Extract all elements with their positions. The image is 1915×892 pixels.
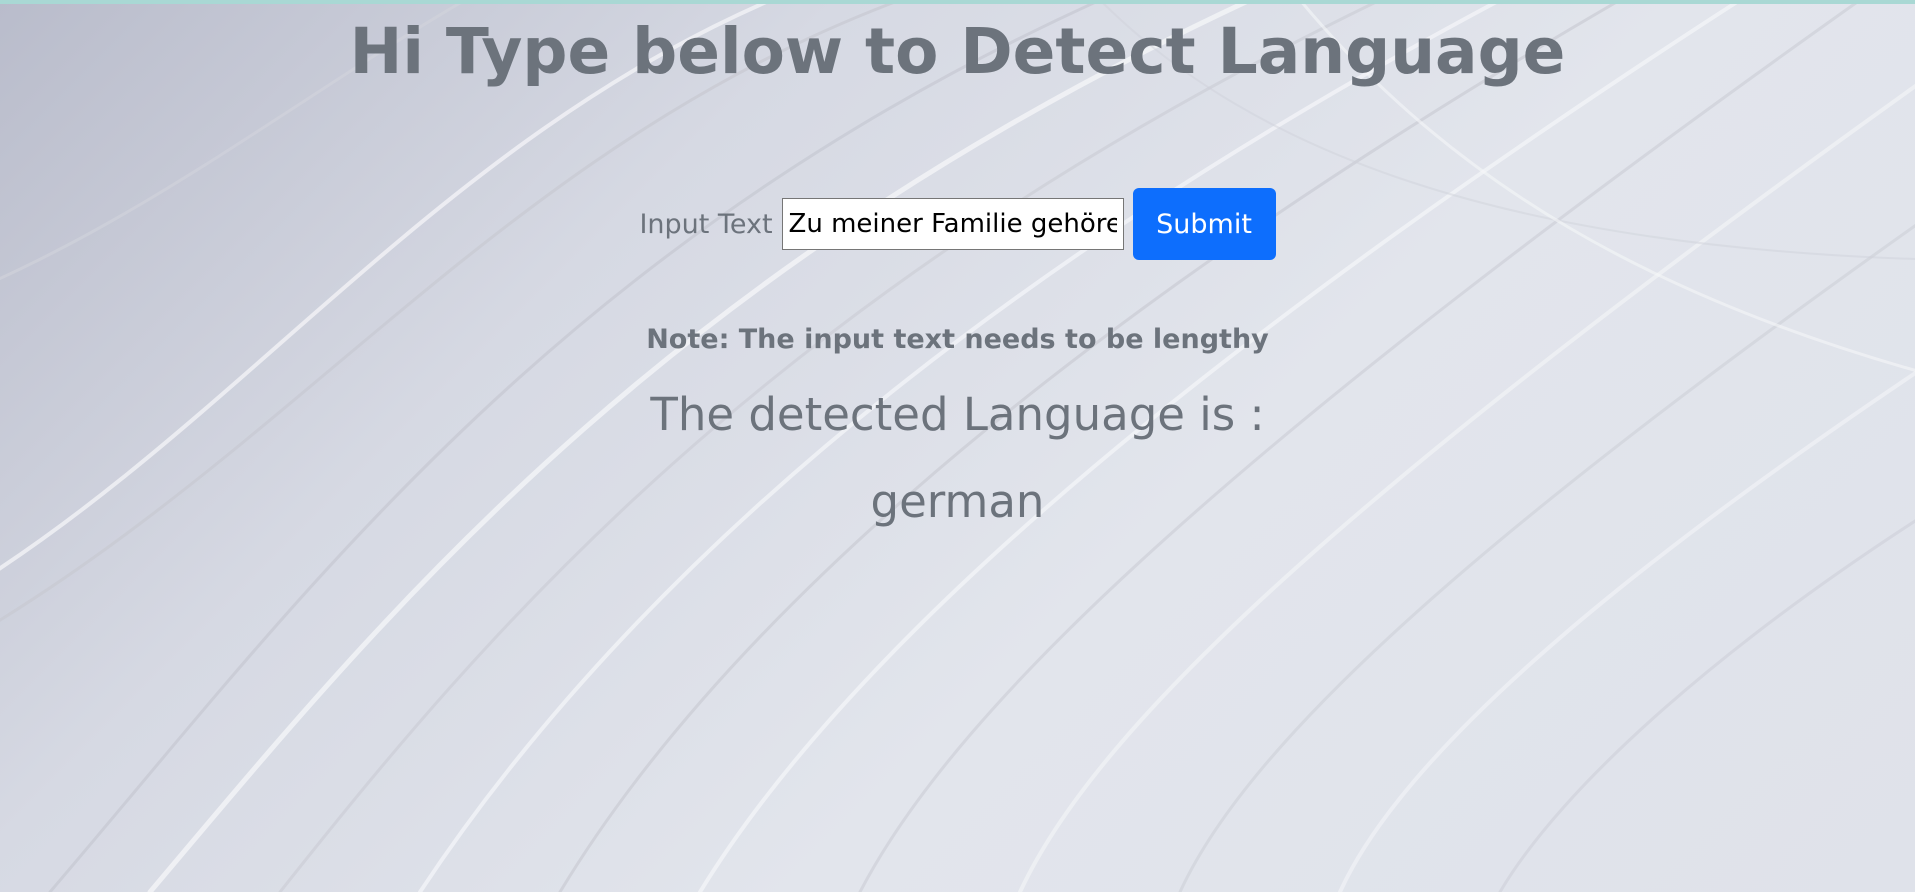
submit-button[interactable]: Submit xyxy=(1132,188,1276,260)
main-content: Hi Type below to Detect Language Input T… xyxy=(0,0,1915,533)
detected-language-value: german xyxy=(870,475,1045,528)
detect-form: Input Text Submit xyxy=(0,188,1915,260)
page-title: Hi Type below to Detect Language xyxy=(349,15,1566,88)
length-note: Note: The input text needs to be lengthy xyxy=(646,324,1269,355)
input-text-field[interactable] xyxy=(781,198,1124,250)
top-accent-strip xyxy=(0,0,1915,4)
detected-language-label: The detected Language is : xyxy=(650,388,1265,441)
input-text-label: Input Text xyxy=(639,208,773,240)
